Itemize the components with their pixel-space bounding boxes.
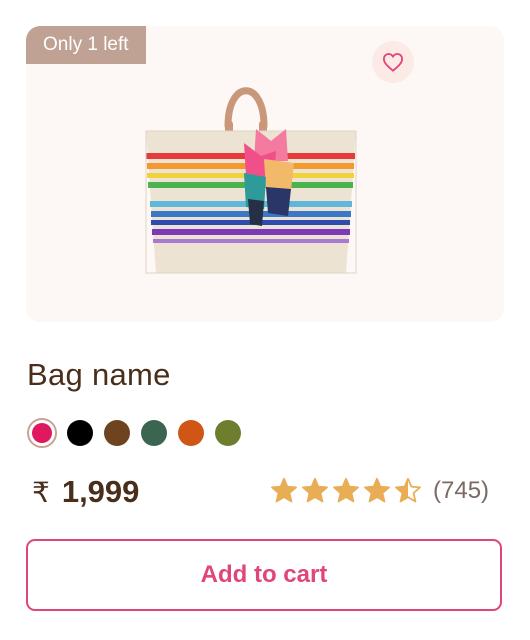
star-icon — [271, 477, 297, 503]
stock-badge: Only 1 left — [26, 26, 146, 64]
star-icon — [333, 477, 359, 503]
product-image-area[interactable]: Only 1 left — [26, 26, 504, 322]
rating-stars — [270, 477, 425, 505]
heart-outline-icon — [382, 53, 404, 72]
add-to-cart-button[interactable]: Add to cart — [26, 539, 502, 611]
price-amount: 1,999 — [61, 474, 140, 509]
rating: (745) — [270, 477, 489, 505]
color-swatch[interactable] — [178, 420, 204, 446]
color-swatch[interactable] — [104, 420, 130, 446]
product-image — [145, 87, 357, 274]
color-swatch[interactable] — [215, 420, 241, 446]
currency-symbol: ₹ — [32, 475, 50, 509]
product-name: Bag name — [27, 357, 171, 392]
star-icon — [302, 477, 328, 503]
color-swatches — [27, 418, 252, 448]
color-swatch[interactable] — [141, 420, 167, 446]
star-icon — [395, 477, 421, 503]
color-swatch[interactable] — [27, 418, 57, 448]
price: ₹ 1,999 — [32, 474, 139, 510]
star-icon — [364, 477, 390, 503]
review-count: (745) — [433, 477, 490, 504]
wishlist-button[interactable] — [372, 41, 414, 83]
color-swatch[interactable] — [67, 420, 93, 446]
